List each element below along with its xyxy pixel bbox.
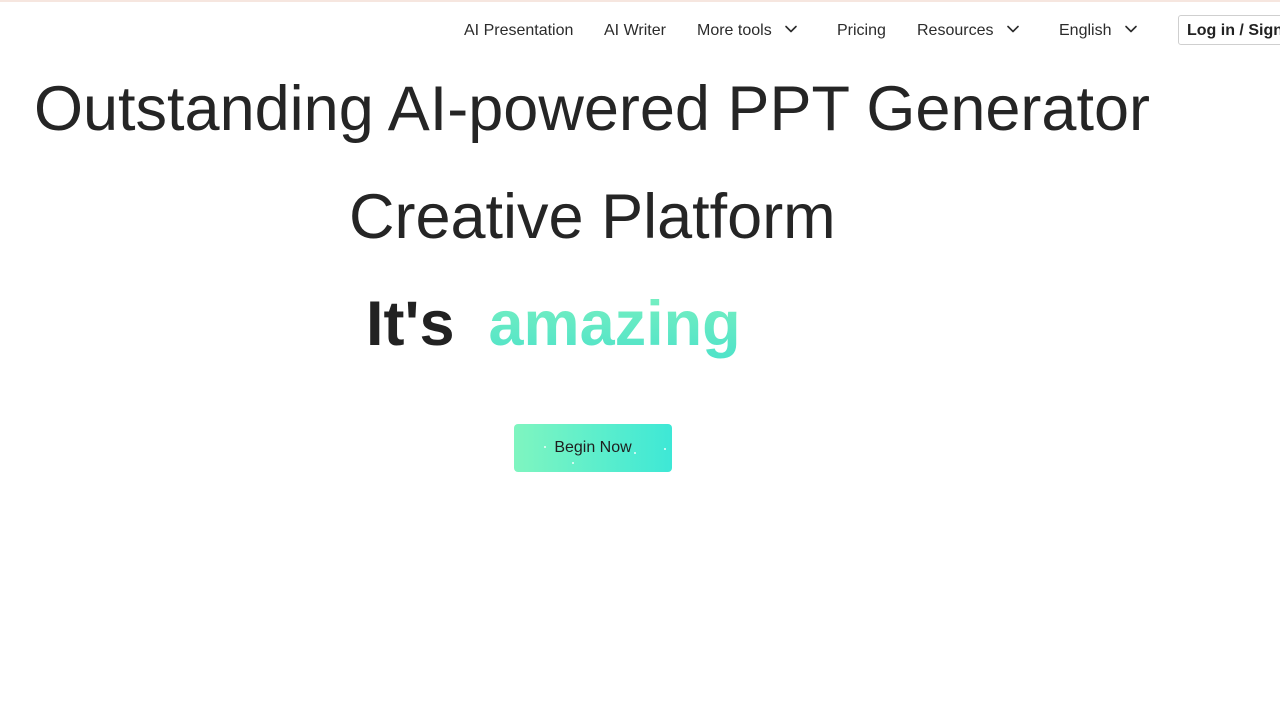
language-label: English [1059, 22, 1112, 39]
top-accent-bar [0, 0, 1280, 2]
nav-item-label: Pricing [837, 22, 886, 39]
login-signup-button[interactable]: Log in / Sign [1178, 15, 1280, 45]
nav-item-pricing[interactable]: Pricing [837, 14, 886, 48]
begin-now-label: Begin Now [554, 439, 632, 456]
nav-item-label: AI Writer [604, 22, 666, 39]
nav-item-label: Resources [917, 22, 994, 39]
nav-item-resources[interactable]: Resources [917, 14, 1020, 48]
nav-item-ai-writer[interactable]: AI Writer [604, 14, 666, 48]
sparkle-decoration [572, 462, 574, 464]
sparkle-decoration [664, 448, 666, 450]
begin-now-button[interactable]: Begin Now [514, 424, 672, 472]
chevron-down-icon [1006, 22, 1020, 36]
chevron-down-icon [784, 22, 798, 36]
sparkle-decoration [544, 446, 546, 448]
language-selector[interactable]: English [1059, 14, 1138, 48]
tagline-prefix: It's [366, 289, 455, 359]
nav-item-ai-presentation[interactable]: AI Presentation [464, 14, 573, 48]
sparkle-decoration [634, 452, 636, 454]
nav-item-label: AI Presentation [464, 22, 574, 39]
hero-title-line1: Outstanding AI-powered PPT Generator [34, 74, 1150, 144]
chevron-down-icon [1124, 22, 1138, 36]
tagline-highlight-word: amazing [488, 289, 741, 359]
hero-title-line2: Creative Platform [349, 182, 836, 252]
top-nav: AI Presentation AI Writer More tools Pri… [0, 14, 1280, 48]
hero-tagline: It's amazing [366, 289, 741, 359]
nav-item-more-tools[interactable]: More tools [697, 14, 798, 48]
page: AI Presentation AI Writer More tools Pri… [0, 0, 1280, 720]
nav-item-label: More tools [697, 22, 772, 39]
